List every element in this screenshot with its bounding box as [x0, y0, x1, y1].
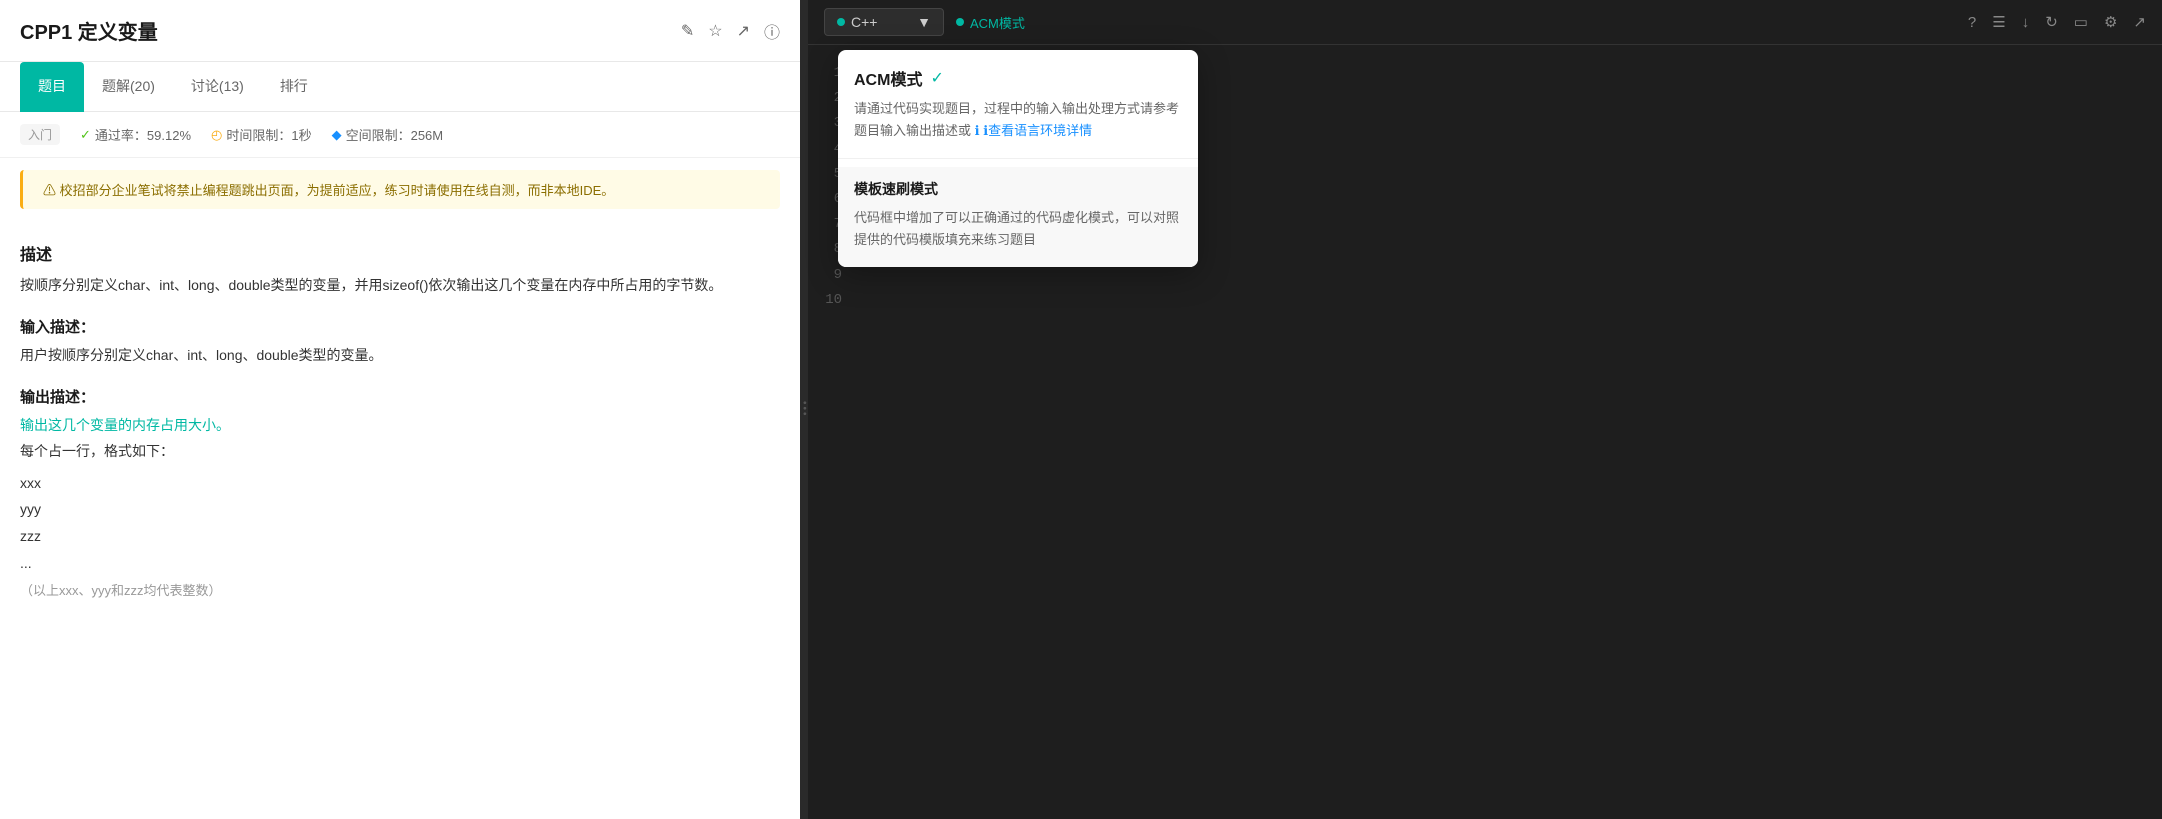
clock-icon: ◴ — [211, 127, 222, 143]
download-icon[interactable]: ↓ — [2022, 14, 2030, 31]
acm-mode-popup: ACM模式 ✓ 请通过代码实现题目，过程中的输入输出处理方式请参考题目输入输出描… — [838, 50, 1198, 267]
description-title: 描述 — [20, 241, 780, 265]
left-panel: CPP1 定义变量 ✎ ☆ ↗ ⓘ 题目 题解(20) 讨论(13) 排行 入门… — [0, 0, 800, 819]
toolbar-right-icons: ? ☰ ↓ ↻ ▭ ⚙ ↗ — [1968, 13, 2146, 31]
output-line-3: zzz — [20, 523, 780, 550]
popup-section-desc: 代码框中增加了可以正确通过的代码虚化模式，可以对照提供的代码模版填充来练习题目 — [854, 207, 1182, 251]
popup-description: 请通过代码实现题目，过程中的输入输出处理方式请参考题目输入输出描述或 ℹ ℹ查看… — [854, 98, 1182, 142]
warning-bar: ⚠ 校招部分企业笔试将禁止编程题跳出页面，为提前适应，练习时请使用在线自测，而非… — [20, 170, 780, 209]
problem-title: CPP1 定义变量 — [20, 16, 158, 45]
language-label: C++ — [851, 14, 877, 30]
info-link-icon: ℹ — [975, 123, 980, 138]
help-icon[interactable]: ? — [1968, 14, 1976, 31]
info-icon[interactable]: ⓘ — [764, 19, 780, 43]
output-highlight: 输出这几个变量的内存占用大小。 — [20, 413, 780, 438]
chevron-down-icon: ▼ — [917, 14, 931, 30]
popup-section-title: 模板速刷模式 — [854, 179, 1182, 199]
output-description-title: 输出描述： — [20, 386, 780, 407]
popup-divider — [838, 158, 1198, 159]
language-selector[interactable]: C++ ▼ — [824, 8, 944, 36]
memory-icon: ◆ — [332, 127, 342, 143]
mode-badge[interactable]: ACM模式 — [956, 13, 1025, 32]
output-note: （以上xxx、yyy和zzz均代表整数） — [20, 580, 780, 599]
output-line-2: yyy — [20, 496, 780, 523]
output-line-1: xxx — [20, 470, 780, 497]
input-description-title: 输入描述： — [20, 316, 780, 337]
fullscreen-icon[interactable]: ↗ — [2133, 13, 2146, 31]
edit-icon[interactable]: ✎ — [681, 21, 694, 41]
popup-section: 模板速刷模式 代码框中增加了可以正确通过的代码虚化模式，可以对照提供的代码模版填… — [838, 167, 1198, 267]
panel-divider[interactable]: ••• — [800, 0, 808, 819]
output-examples: xxx yyy zzz ... — [20, 470, 780, 576]
mode-label: ACM模式 — [970, 13, 1025, 32]
mode-dot — [956, 18, 964, 26]
tab-solutions[interactable]: 题解(20) — [84, 62, 173, 112]
popup-header: ACM模式 ✓ 请通过代码实现题目，过程中的输入输出处理方式请参考题目输入输出描… — [838, 50, 1198, 150]
star-icon[interactable]: ☆ — [708, 21, 722, 41]
pass-rate: ✓ 通过率：59.12% — [80, 125, 191, 144]
memory-limit: ◆ 空间限制：256M — [332, 125, 444, 144]
popup-title: ACM模式 — [854, 66, 922, 90]
tab-bar: 题目 题解(20) 讨论(13) 排行 — [0, 62, 800, 112]
problem-content: 描述 按顺序分别定义char、int、long、double类型的变量，并用si… — [0, 221, 800, 819]
difficulty-badge: 入门 — [20, 124, 60, 145]
expand-icon[interactable]: ▭ — [2074, 13, 2088, 31]
meta-bar: 入门 ✓ 通过率：59.12% ◴ 时间限制：1秒 ◆ 空间限制：256M — [0, 112, 800, 158]
output-format-label: 每个占一行，格式如下： — [20, 439, 780, 464]
output-line-4: ... — [20, 550, 780, 577]
input-description-text: 用户按顺序分别定义char、int、long、double类型的变量。 — [20, 343, 780, 368]
lang-dot — [837, 18, 845, 26]
header-icon-group: ✎ ☆ ↗ ⓘ — [681, 19, 780, 43]
time-limit: ◴ 时间限制：1秒 — [211, 125, 312, 144]
verified-icon: ✓ — [930, 68, 943, 88]
right-panel: C++ ▼ ACM模式 ? ☰ ↓ ↻ ▭ ⚙ ↗ — [808, 0, 2162, 819]
settings-icon[interactable]: ⚙ — [2104, 13, 2117, 31]
popup-link[interactable]: ℹ ℹ查看语言环境详情 — [975, 123, 1093, 138]
popup-title-row: ACM模式 ✓ — [854, 66, 1182, 90]
share-icon[interactable]: ↗ — [737, 21, 750, 41]
tab-problem[interactable]: 题目 — [20, 62, 84, 112]
refresh-icon[interactable]: ↻ — [2045, 13, 2058, 31]
check-icon: ✓ — [80, 127, 91, 143]
line-num-10: 10 — [808, 288, 858, 313]
description-text: 按顺序分别定义char、int、long、double类型的变量，并用sizeo… — [20, 273, 780, 298]
tab-rank[interactable]: 排行 — [262, 62, 326, 112]
list-icon[interactable]: ☰ — [1992, 13, 2005, 31]
problem-header: CPP1 定义变量 ✎ ☆ ↗ ⓘ — [0, 0, 800, 62]
tab-discuss[interactable]: 讨论(13) — [173, 62, 262, 112]
editor-toolbar: C++ ▼ ACM模式 ? ☰ ↓ ↻ ▭ ⚙ ↗ — [808, 0, 2162, 45]
